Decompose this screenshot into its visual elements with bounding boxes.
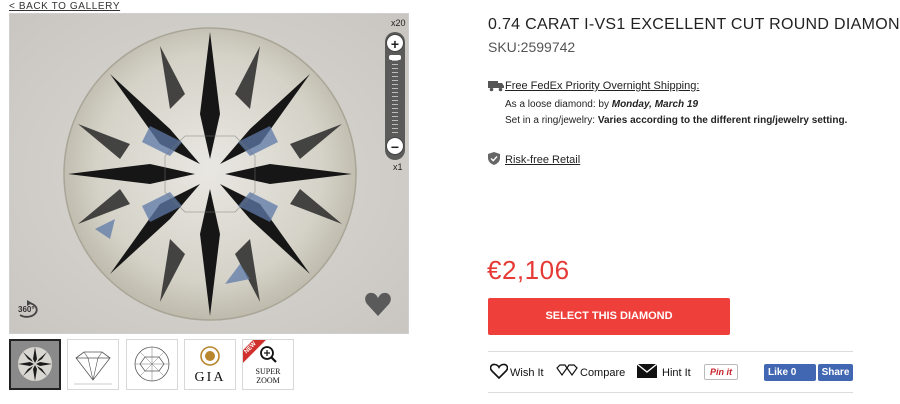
envelope-icon — [637, 363, 657, 378]
rotate-360-label: 360° — [18, 305, 35, 314]
thumbnail-gia-certificate[interactable]: GIA — [184, 339, 236, 390]
zoom-slider-rail[interactable] — [392, 56, 398, 134]
zoom-in-icon[interactable]: + — [386, 34, 404, 52]
thumbnail-facet-diagram[interactable] — [126, 339, 178, 390]
loose-delivery-date: Monday, March 19 — [611, 99, 699, 110]
heart-outline-icon — [490, 363, 508, 379]
ring-delivery: Set in a ring/jewelry: Varies according … — [505, 115, 847, 126]
free-shipping-link[interactable]: Free FedEx Priority Overnight Shipping: — [505, 80, 699, 92]
diamond-image-viewer[interactable]: x20 + − x1 360° — [9, 13, 409, 334]
ring-delivery-value: Varies according to the different ring/j… — [597, 115, 848, 126]
risk-free-retail-link[interactable]: Risk-free Retail — [505, 154, 580, 166]
diamond-profile-icon — [74, 351, 112, 385]
thumbnail-profile-diagram[interactable] — [67, 339, 119, 390]
wish-it-label: Wish It — [510, 367, 544, 379]
price: €2,106 — [487, 255, 570, 285]
loose-diamond-delivery: As a loose diamond: by Monday, March 19 — [505, 99, 698, 110]
wish-it-button[interactable]: Wish It — [490, 363, 550, 381]
shield-icon — [488, 152, 500, 165]
ring-delivery-prefix: Set in a ring/jewelry: — [505, 115, 598, 126]
divider — [488, 392, 853, 393]
divider — [488, 351, 853, 352]
magnifier-icon — [260, 346, 277, 363]
gia-label: GIA — [194, 370, 226, 385]
compare-diamonds-icon — [556, 364, 578, 377]
zoom-slider-handle[interactable] — [389, 55, 401, 60]
thumbnail-photo[interactable] — [9, 339, 61, 390]
diamond-thumbnail-icon — [11, 341, 59, 388]
pinterest-pin-button[interactable]: Pin it — [704, 364, 738, 380]
compare-button[interactable]: Compare — [556, 363, 631, 381]
product-title: 0.74 CARAT I-VS1 EXCELLENT CUT ROUND DIA… — [488, 16, 900, 33]
compare-label: Compare — [580, 367, 626, 379]
sku-label: SKU:2599742 — [488, 39, 576, 55]
back-to-gallery-link[interactable]: < BACK TO GALLERY — [9, 1, 120, 12]
facebook-share-button[interactable]: Share — [818, 364, 853, 381]
rotate-360-icon[interactable]: 360° — [16, 297, 42, 323]
zoom-max-label: x20 — [391, 18, 406, 28]
truck-icon — [488, 81, 504, 92]
heart-icon[interactable] — [363, 290, 393, 318]
select-diamond-button[interactable]: SELECT THIS DIAMOND — [488, 298, 730, 335]
loose-delivery-prefix: As a loose diamond: by — [505, 99, 612, 110]
zoom-out-icon[interactable]: − — [386, 137, 404, 155]
thumbnail-super-zoom[interactable]: NEW SUPER ZOOM — [242, 339, 294, 390]
super-zoom-line-2: ZOOM — [256, 376, 280, 385]
hint-it-button[interactable]: Hint It — [637, 363, 697, 381]
facebook-like-button[interactable]: Like 0 — [764, 364, 816, 381]
diamond-facet-icon — [134, 346, 170, 382]
zoom-min-label: x1 — [393, 162, 403, 172]
super-zoom-label: SUPER ZOOM — [243, 367, 293, 385]
gia-seal-icon — [200, 346, 220, 366]
super-zoom-line-1: SUPER — [255, 367, 281, 376]
hint-it-label: Hint It — [662, 367, 691, 379]
diamond-photo — [10, 14, 408, 333]
